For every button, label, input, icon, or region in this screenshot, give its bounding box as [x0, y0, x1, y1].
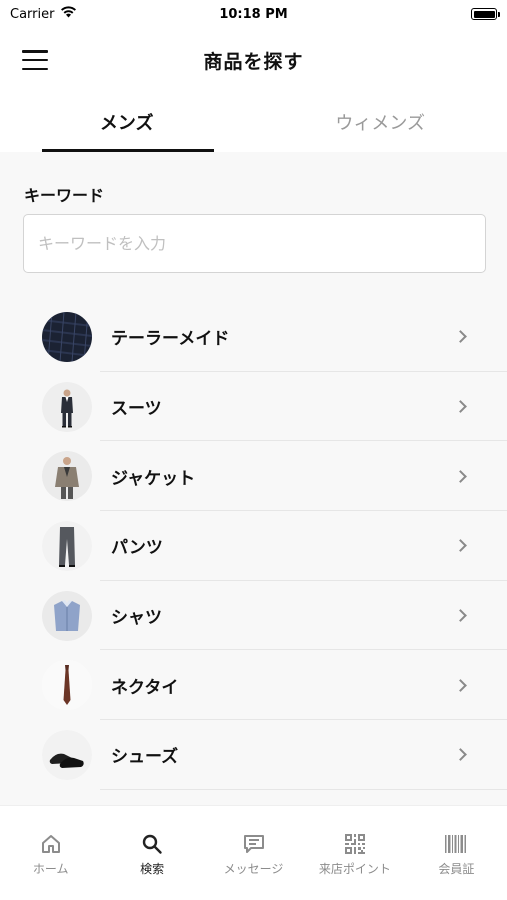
tab-bar-label: メッセージ: [223, 862, 284, 876]
bottom-tab-bar: ホーム 検索 メッセージ 来店ポイント 会員証: [0, 805, 507, 900]
wifi-icon: [60, 6, 77, 22]
tab-mens-label: メンズ: [99, 113, 154, 134]
chevron-right-icon: [454, 748, 467, 762]
category-item-jacket[interactable]: ジャケット: [0, 441, 507, 511]
chevron-right-icon: [454, 539, 467, 553]
category-item-suits[interactable]: スーツ: [0, 372, 507, 442]
pants-thumbnail: [42, 520, 92, 571]
chevron-right-icon: [454, 678, 467, 692]
message-icon: [241, 832, 267, 856]
chevron-right-icon: [454, 469, 467, 483]
nav-bar: 商品を探す: [0, 28, 507, 92]
gender-tabs: メンズ ウィメンズ: [0, 92, 507, 152]
home-icon: [38, 832, 64, 856]
tab-bar-visit-points[interactable]: 来店ポイント: [304, 806, 405, 900]
shoes-thumbnail: [42, 729, 92, 780]
fabric-thumbnail: [42, 311, 92, 362]
category-label: ジャケット: [111, 468, 196, 489]
category-label: パンツ: [111, 538, 163, 559]
category-label: スーツ: [111, 399, 162, 420]
carrier-label: Carrier: [10, 6, 55, 22]
tab-bar-home[interactable]: ホーム: [0, 806, 101, 900]
keyword-input[interactable]: [23, 214, 486, 273]
category-item-tailor-made[interactable]: テーラーメイド: [0, 302, 507, 372]
keyword-label: キーワード: [24, 186, 105, 205]
category-label: シャツ: [111, 608, 162, 629]
chevron-right-icon: [454, 609, 467, 622]
category-label: シューズ: [111, 747, 179, 768]
page-title: 商品を探す: [203, 50, 304, 73]
chevron-right-icon: [454, 400, 467, 413]
tab-bar-label: 来店ポイント: [318, 862, 391, 876]
jacket-thumbnail: [42, 451, 92, 502]
category-item-pants[interactable]: パンツ: [0, 511, 507, 581]
category-item-shirts[interactable]: シャツ: [0, 581, 507, 651]
necktie-thumbnail: [42, 660, 92, 711]
tab-bar-search[interactable]: 検索: [101, 806, 202, 900]
search-content: キーワード テーラーメイド: [0, 152, 507, 805]
qr-code-icon: [342, 832, 368, 856]
tab-bar-label: 会員証: [438, 862, 475, 876]
category-item-shoes[interactable]: シューズ: [0, 720, 507, 790]
chevron-right-icon: [454, 330, 467, 344]
tab-mens[interactable]: メンズ: [0, 92, 254, 152]
tab-bar-label: 検索: [140, 862, 165, 876]
shirt-thumbnail: [42, 590, 92, 641]
hamburger-menu-icon[interactable]: [22, 50, 48, 70]
suit-thumbnail: [42, 381, 92, 432]
barcode-icon: [443, 832, 469, 856]
search-icon: [139, 832, 165, 856]
tab-bar-membership-card[interactable]: 会員証: [406, 806, 507, 900]
status-bar: Carrier 10:18 PM: [0, 0, 507, 28]
battery-icon: [471, 8, 500, 20]
category-label: テーラーメイド: [111, 329, 230, 350]
tab-bar-message[interactable]: メッセージ: [203, 806, 304, 900]
category-label: ネクタイ: [111, 677, 179, 698]
tab-womens-label: ウィメンズ: [335, 113, 426, 134]
category-list: テーラーメイド スーツ ジャケット パンツ シャツ ネクタイ シューズ: [0, 302, 507, 790]
tab-bar-label: ホーム: [32, 862, 69, 876]
category-item-necktie[interactable]: ネクタイ: [0, 650, 507, 720]
status-left: Carrier: [10, 6, 77, 22]
tab-womens[interactable]: ウィメンズ: [254, 92, 507, 152]
